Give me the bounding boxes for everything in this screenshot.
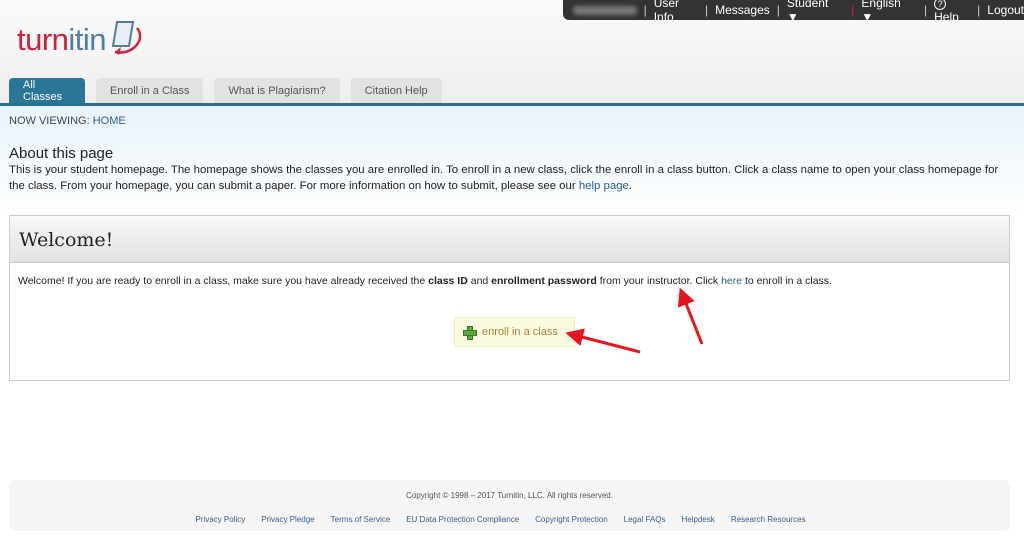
help-page-link[interactable]: help page (579, 180, 629, 192)
language-dropdown[interactable]: English ▼ (861, 0, 911, 24)
plus-icon (463, 326, 477, 340)
footer-link-eu-data[interactable]: EU Data Protection Compliance (406, 515, 519, 524)
enroll-in-a-class-button[interactable]: enroll in a class (454, 317, 575, 347)
footer-link-helpdesk[interactable]: Helpdesk (681, 515, 714, 524)
footer-link-privacy-pledge[interactable]: Privacy Pledge (261, 515, 314, 524)
footer-links: Privacy Policy Privacy Pledge Terms of S… (9, 515, 1010, 524)
here-link[interactable]: here (721, 275, 742, 287)
tab-enroll-in-a-class[interactable]: Enroll in a Class (96, 78, 204, 103)
footer-link-privacy-policy[interactable]: Privacy Policy (195, 515, 245, 524)
footer-link-legal-faqs[interactable]: Legal FAQs (624, 515, 666, 524)
tab-what-is-plagiarism[interactable]: What is Plagiarism? (214, 78, 340, 103)
role-dropdown[interactable]: Student ▼ (787, 0, 838, 24)
footer-link-copyright-protection[interactable]: Copyright Protection (535, 515, 607, 524)
logo-document-icon (111, 21, 142, 55)
messages-link[interactable]: Messages (715, 3, 770, 17)
help-link[interactable]: ?Help (934, 0, 970, 24)
user-info-link[interactable]: User Info (654, 0, 698, 24)
main-tabs: All Classes Enroll in a Class What is Pl… (9, 78, 442, 103)
tab-citation-help[interactable]: Citation Help (350, 78, 442, 103)
breadcrumb: NOW VIEWING: HOME (9, 115, 126, 127)
username-blurred (573, 5, 637, 15)
header: | User Info | Messages | Student ▼ | Eng… (0, 0, 1024, 106)
tab-all-classes[interactable]: All Classes (9, 78, 85, 103)
footer-link-terms[interactable]: Terms of Service (331, 515, 391, 524)
about-title: About this page (9, 145, 114, 162)
about-section: About this page This is your student hom… (9, 145, 1015, 194)
welcome-text: Welcome! If you are ready to enroll in a… (18, 275, 832, 287)
footer: Copyright © 1998 – 2017 Turnitin, LLC. A… (9, 480, 1010, 531)
help-circle-icon: ? (934, 0, 947, 10)
about-text: This is your student homepage. The homep… (9, 164, 999, 192)
top-bar: | User Info | Messages | Student ▼ | Eng… (563, 0, 1024, 24)
breadcrumb-home[interactable]: HOME (93, 115, 126, 127)
content-top: NOW VIEWING: HOME About this page This i… (0, 106, 1024, 216)
logout-link[interactable]: Logout (987, 3, 1024, 17)
welcome-title: Welcome! (10, 216, 1009, 263)
welcome-panel: Welcome! Welcome! If you are ready to en… (9, 215, 1010, 381)
turnitin-logo[interactable]: turn itin (17, 21, 143, 58)
copyright: Copyright © 1998 – 2017 Turnitin, LLC. A… (406, 491, 613, 500)
footer-link-research-resources[interactable]: Research Resources (731, 515, 806, 524)
